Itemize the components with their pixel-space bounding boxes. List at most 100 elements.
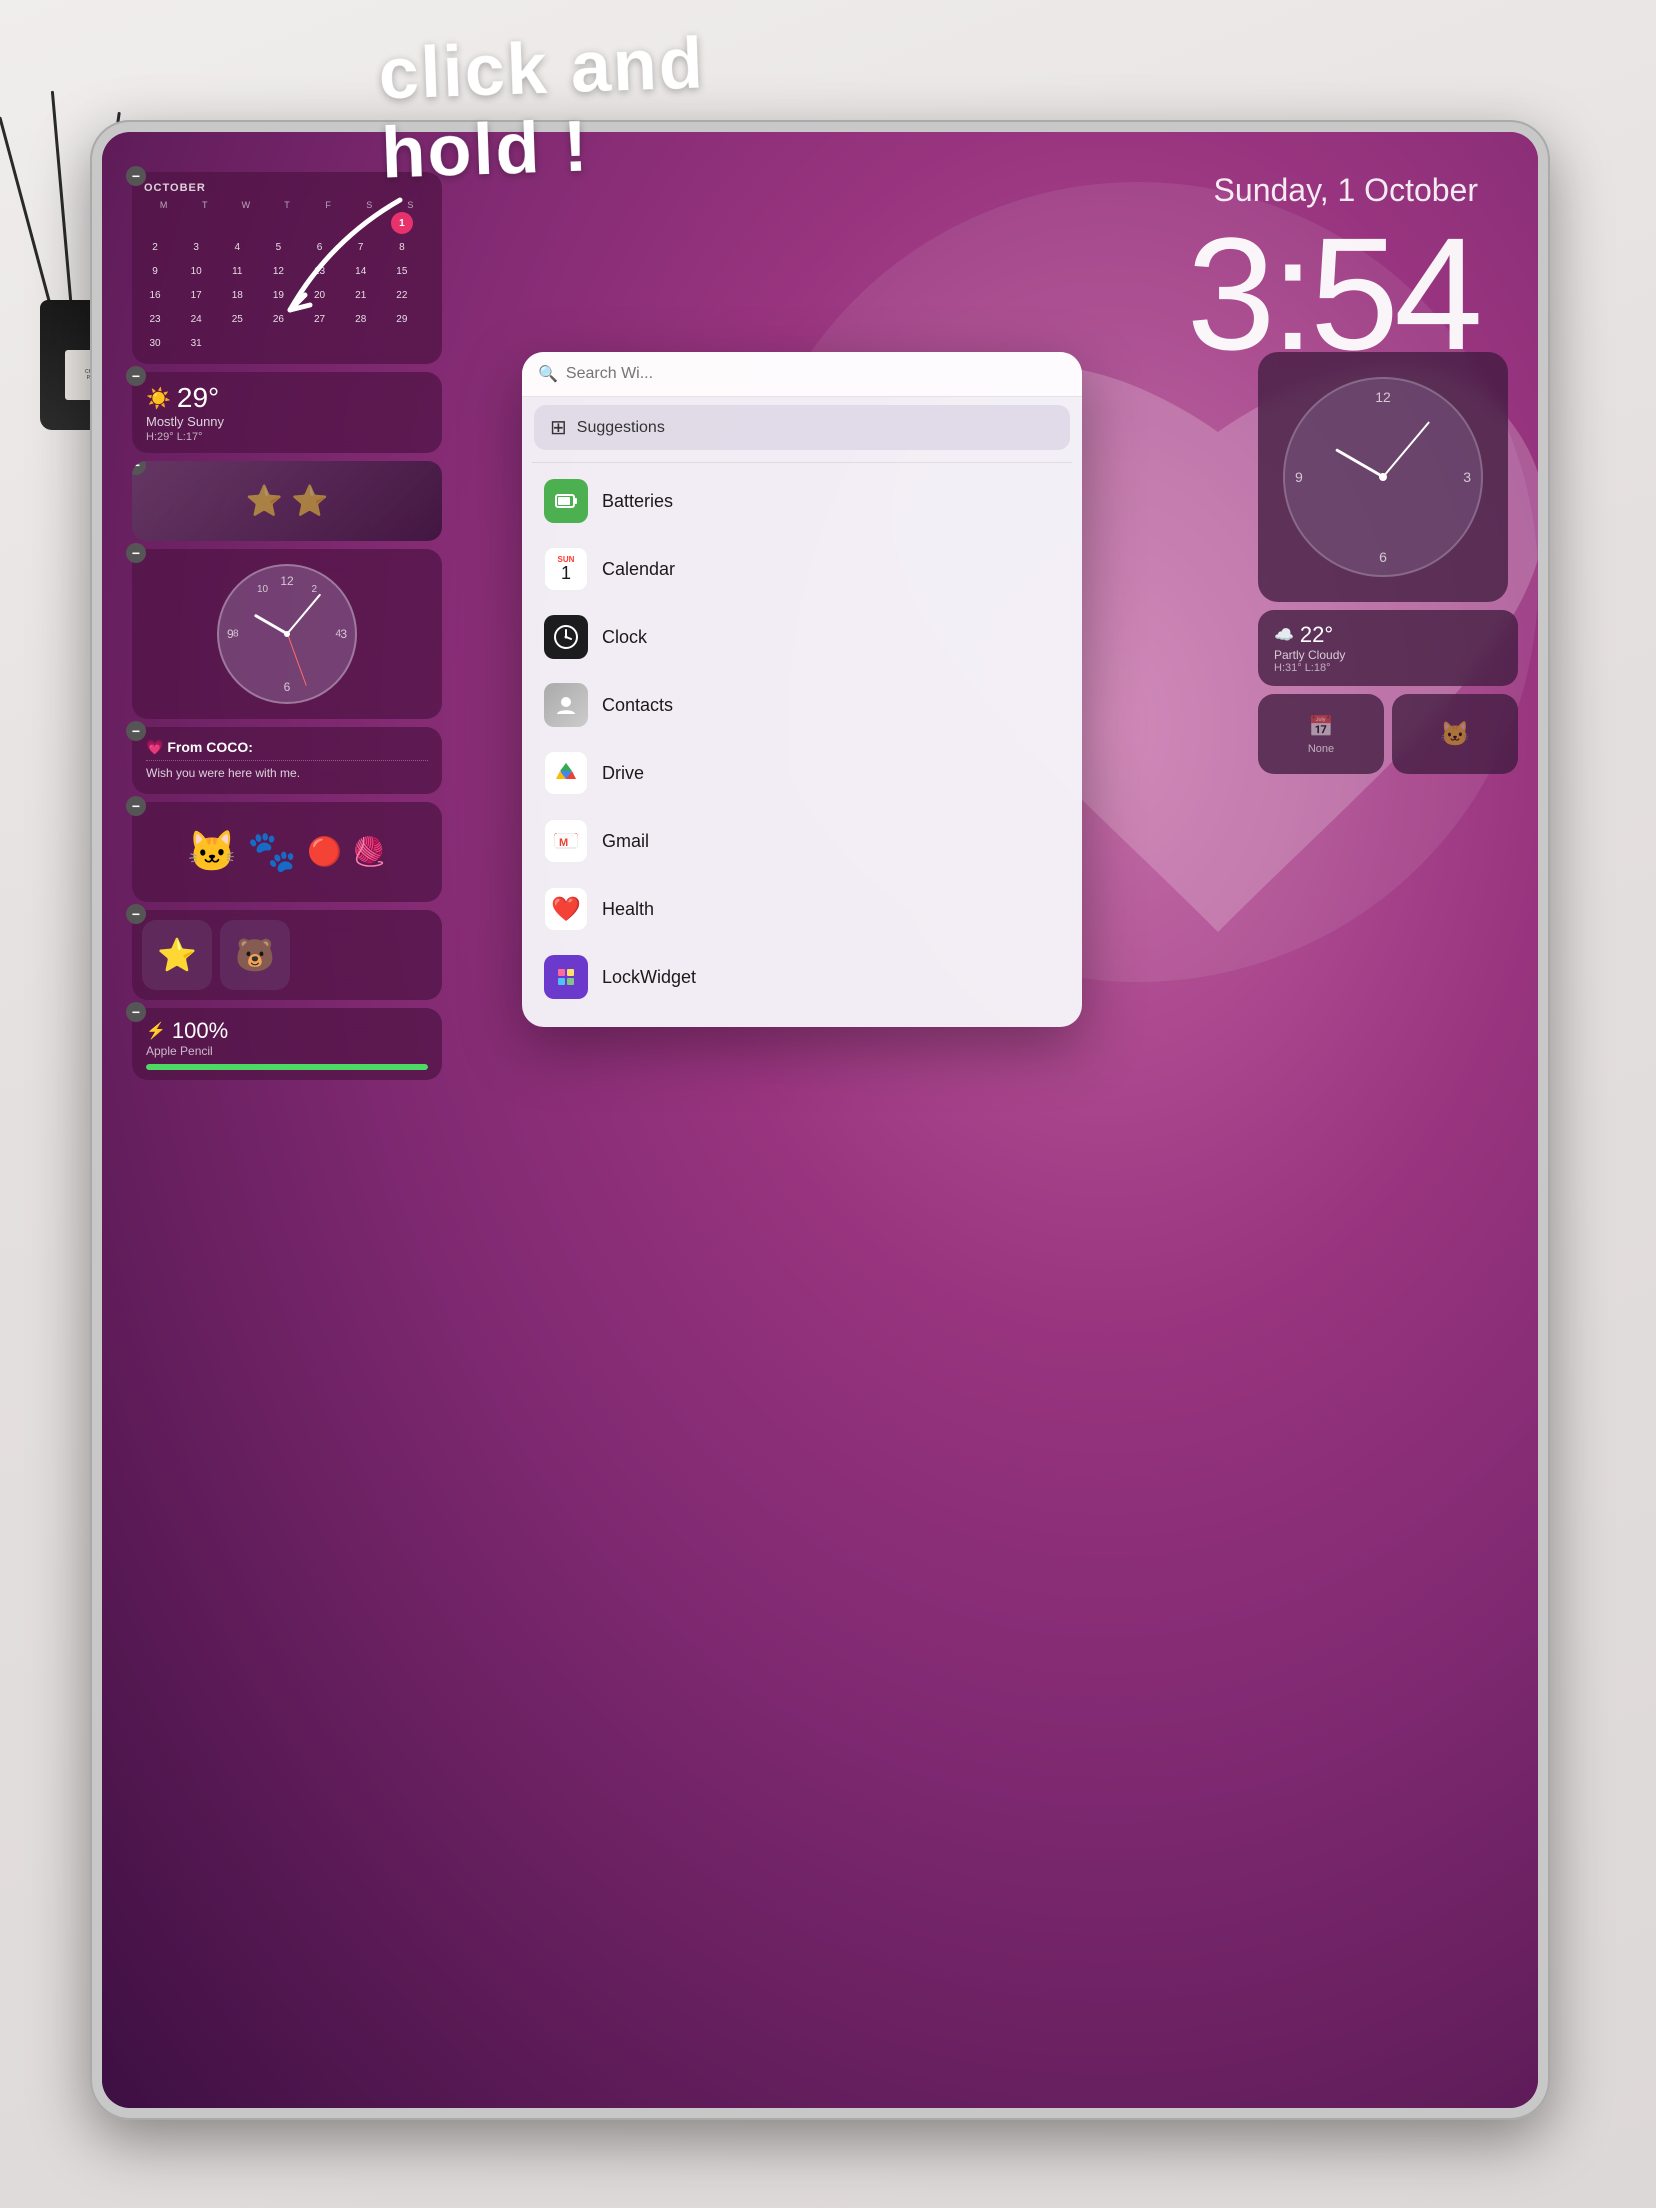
weather-range: H:29° L:17° [146,431,428,443]
picker-item-gmail[interactable]: M Gmail [534,807,1070,875]
picker-search-input[interactable] [566,365,1066,383]
suggestions-button[interactable]: ⊞ Suggestions [534,405,1070,450]
remove-map-btn[interactable]: − [132,461,146,475]
picker-item-lockwidget[interactable]: LockWidget [534,943,1070,1011]
weather-widget[interactable]: − ☀️ 29° Mostly Sunny H:29° L:17° [132,372,442,453]
clock-picker-icon [544,615,588,659]
picker-item-health[interactable]: ❤️ Health [534,875,1070,943]
preview-weather-icon: ☁️ [1274,625,1294,645]
clock-label: Clock [602,627,647,648]
drive-label: Drive [602,763,644,784]
analog-clock: 12 3 6 9 2 10 4 8 [217,564,357,704]
lock-time: 3:54 [1187,214,1478,374]
preview-small-widgets-row: 📅 None 🐱 [1258,694,1518,774]
calendar-day: 24 [185,308,207,330]
memo-text: Wish you were here with me. [146,760,428,782]
picker-search-bar[interactable]: 🔍 [522,352,1082,397]
calendar-label: Calendar [602,559,675,580]
calendar-day: 30 [144,332,166,354]
calendar-day: 10 [185,260,207,282]
minute-hand [286,594,321,635]
calendar-day: 2 [144,236,166,258]
hour-hand [253,614,287,636]
preview-weather-desc: Partly Cloudy [1274,648,1502,662]
preview-second-small-widget[interactable]: 🐱 [1392,694,1518,774]
calendar-header: T [185,200,224,210]
drive-icon [544,751,588,795]
picker-item-clock[interactable]: Clock [534,603,1070,671]
map-widget[interactable]: − ⭐ ⭐ [132,461,442,541]
remove-clock-btn[interactable]: − [126,543,146,563]
icons-widget[interactable]: − ⭐ 🐻 [132,910,442,1000]
preview-weather-temp: 22° [1300,622,1333,648]
battery-icon: ⚡ [146,1021,166,1041]
calendar-day: 16 [144,284,166,306]
remove-battery-btn[interactable]: − [126,1002,146,1022]
remove-memo-btn[interactable]: − [126,721,146,741]
calendar-day: 17 [185,284,207,306]
gmail-icon: M [544,819,588,863]
memo-widget[interactable]: − 💗 From COCO: Wish you were here with m… [132,727,442,794]
preview-analog-clock: 12 3 6 9 [1283,377,1483,577]
lockwidget-icon [544,955,588,999]
preview-second-icon: 🐱 [1440,720,1470,749]
star-icon-box[interactable]: ⭐ [142,920,212,990]
battery-fill [146,1064,428,1070]
annotation-text: click and hold ! [377,24,708,194]
battery-bar [146,1064,428,1070]
widget-picker-list: Batteries SUN 1 Calendar [522,463,1082,1027]
pet-icon-reddit: 🔴 [307,835,342,868]
preview-hour-hand [1335,448,1384,478]
calendar-icon: SUN 1 [544,547,588,591]
calendar-header: M [144,200,183,210]
calendar-day: 23 [144,308,166,330]
suggestions-icon: ⊞ [550,415,567,440]
health-icon: ❤️ [544,887,588,931]
clock-number-10: 10 [257,584,268,595]
calendar-day: 9 [144,260,166,282]
remove-pet-btn[interactable]: − [126,796,146,816]
ipad-screen[interactable]: Sunday, 1 October 3:54 − OCTOBER MTWTFSS… [102,132,1538,2108]
annotation-arrow [250,180,450,330]
batteries-label: Batteries [602,491,673,512]
battery-widget[interactable]: − ⚡ 100% Apple Pencil [132,1008,442,1080]
picker-item-drive[interactable]: Drive [534,739,1070,807]
pet-character: 🐱 [187,828,237,875]
preview-none-widget[interactable]: 📅 None [1258,694,1384,774]
clock-number-12: 12 [280,574,293,588]
clock-number-4: 4 [335,629,341,640]
gmail-label: Gmail [602,831,649,852]
remove-icons-btn[interactable]: − [126,904,146,924]
calendar-day: 18 [226,284,248,306]
pet-decoration: 🐾 [247,828,297,875]
calendar-day: 11 [226,260,248,282]
clock-number-2: 2 [311,584,317,595]
lockwidget-label: LockWidget [602,967,696,988]
calendar-day: 31 [185,332,207,354]
picker-suggestions-section: ⊞ Suggestions [522,397,1082,462]
picker-item-calendar[interactable]: SUN 1 Calendar [534,535,1070,603]
remove-calendar-btn[interactable]: − [126,166,146,186]
remove-weather-btn[interactable]: − [126,366,146,386]
contacts-icon [544,683,588,727]
picker-item-batteries[interactable]: Batteries [534,467,1070,535]
diffuser-stick [51,91,73,310]
health-label: Health [602,899,654,920]
preview-weather-widget[interactable]: ☁️ 22° Partly Cloudy H:31° L:18° [1258,610,1518,686]
preview-center-dot [1379,473,1387,481]
lock-screen-header: Sunday, 1 October 3:54 [1187,172,1478,374]
bear-icon-box[interactable]: 🐻 [220,920,290,990]
clock-center-dot [284,631,290,637]
battery-percentage: 100% [172,1018,228,1044]
widget-picker-panel[interactable]: 🔍 ⊞ Suggestions [522,352,1082,1027]
memo-title: 💗 From COCO: [146,739,428,756]
weather-icon: ☀️ [146,386,171,411]
clock-number-6: 6 [284,680,291,694]
weather-description: Mostly Sunny [146,414,428,429]
weather-temp: 29° [177,382,219,414]
clock-widget[interactable]: − 12 3 6 9 2 10 4 8 [132,549,442,719]
picker-item-contacts[interactable]: Contacts [534,671,1070,739]
clock-number-8: 8 [233,629,239,640]
pet-widget[interactable]: − 🐱 🐾 🔴 🧶 [132,802,442,902]
preview-clock-widget[interactable]: 12 3 6 9 [1258,352,1508,602]
